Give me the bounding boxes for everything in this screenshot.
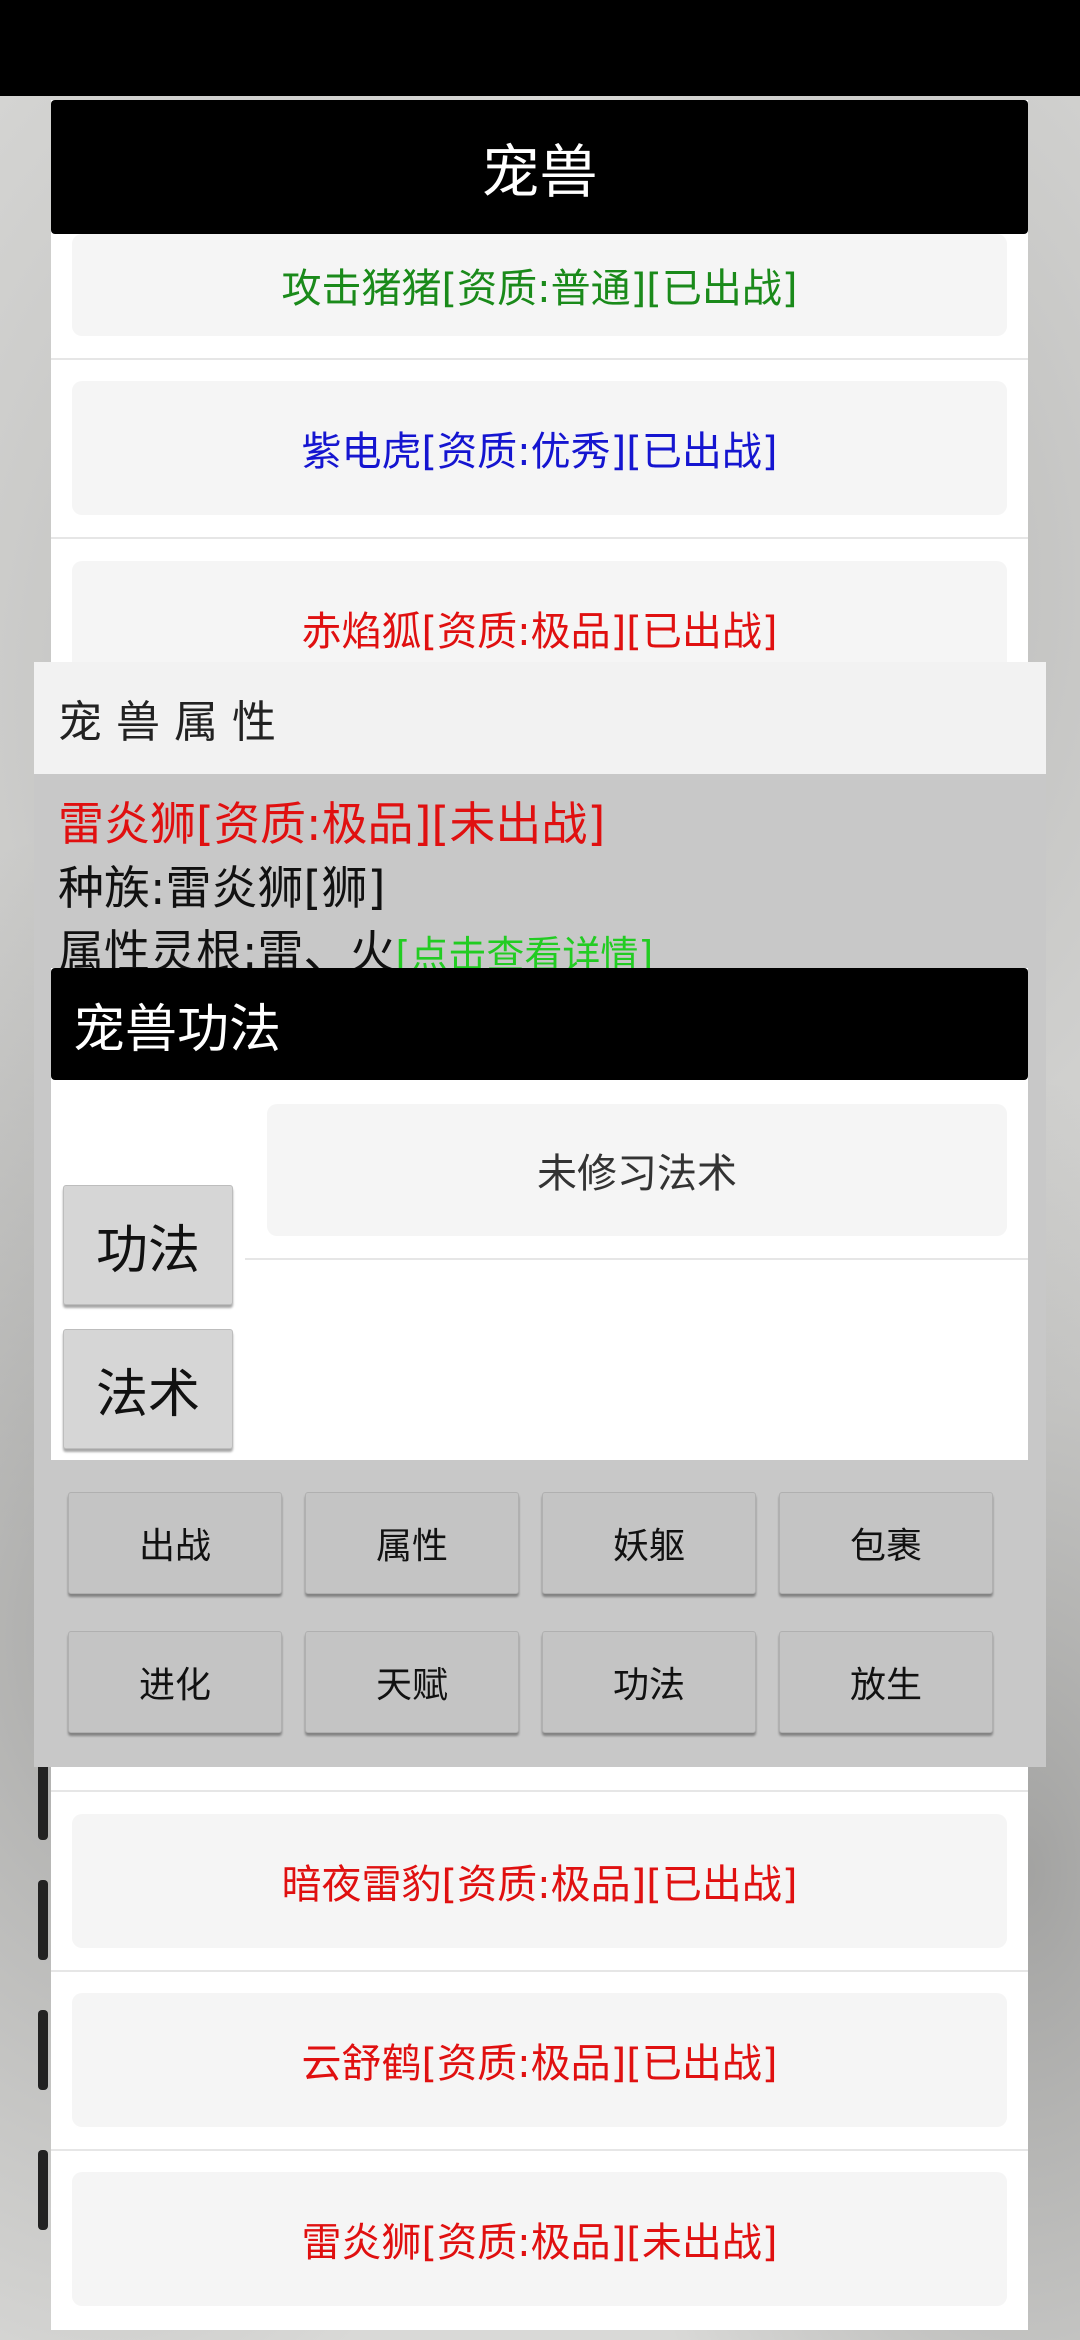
action-button-deploy[interactable]: 出战 (68, 1492, 282, 1594)
pet-list-item[interactable]: 暗夜雷豹[资质:极品][已出战] (72, 1814, 1007, 1948)
tab-gongfa[interactable]: 功法 (63, 1185, 233, 1305)
pet-list-item[interactable]: 攻击猪猪[资质:普通][已出战] (72, 234, 1007, 336)
pet-label: 攻击猪猪[资质:普通][已出战] (281, 266, 798, 312)
dialog-edge (38, 1760, 48, 1840)
pet-label: 雷炎狮[资质:极品][未出战] (301, 2220, 778, 2266)
dialog-edge (38, 2150, 48, 2230)
attributes-body: 雷炎狮[资质:极品][未出战] 种族:雷炎狮[狮] 属性灵根:雷、火[点击查看详… (58, 792, 1028, 987)
divider (51, 358, 1028, 360)
dialog-edge (38, 2010, 48, 2090)
pet-label: 赤焰狐[资质:极品][已出战] (301, 609, 778, 655)
action-button-attributes[interactable]: 属性 (305, 1492, 519, 1594)
divider (51, 1970, 1028, 1972)
pet-label: 云舒鹤[资质:极品][已出战] (301, 2041, 778, 2087)
divider (51, 537, 1028, 539)
attributes-title: 宠兽属性 (34, 662, 1046, 774)
pet-name-line: 雷炎狮[资质:极品][未出战] (58, 797, 606, 851)
pet-skills-dialog: 宠兽功法 未修习法术 功法 法术 (51, 968, 1028, 1460)
action-button-talent[interactable]: 天赋 (305, 1631, 519, 1733)
action-button-skills[interactable]: 功法 (542, 1631, 756, 1733)
divider (51, 2149, 1028, 2151)
divider (51, 1790, 1028, 1792)
skill-empty-item[interactable]: 未修习法术 (267, 1104, 1007, 1236)
dialog-edge (38, 1880, 48, 1960)
skills-title: 宠兽功法 (51, 968, 1028, 1080)
status-bar (0, 0, 1080, 96)
pet-list-item[interactable]: 雷炎狮[资质:极品][未出战] (72, 2172, 1007, 2306)
action-button-release[interactable]: 放生 (779, 1631, 993, 1733)
pet-list-item[interactable]: 云舒鹤[资质:极品][已出战] (72, 1993, 1007, 2127)
pet-label: 暗夜雷豹[资质:极品][已出战] (281, 1862, 798, 1908)
action-button-bag[interactable]: 包裹 (779, 1492, 993, 1594)
action-button-body[interactable]: 妖躯 (542, 1492, 756, 1594)
pet-list-item[interactable]: 紫电虎[资质:优秀][已出战] (72, 381, 1007, 515)
tab-fashu[interactable]: 法术 (63, 1329, 233, 1449)
pet-race-line: 种族:雷炎狮[狮] (58, 861, 386, 915)
divider (245, 1258, 1028, 1260)
action-button-evolve[interactable]: 进化 (68, 1631, 282, 1733)
pet-label: 紫电虎[资质:优秀][已出战] (301, 429, 778, 475)
page-title: 宠兽 (51, 100, 1028, 234)
